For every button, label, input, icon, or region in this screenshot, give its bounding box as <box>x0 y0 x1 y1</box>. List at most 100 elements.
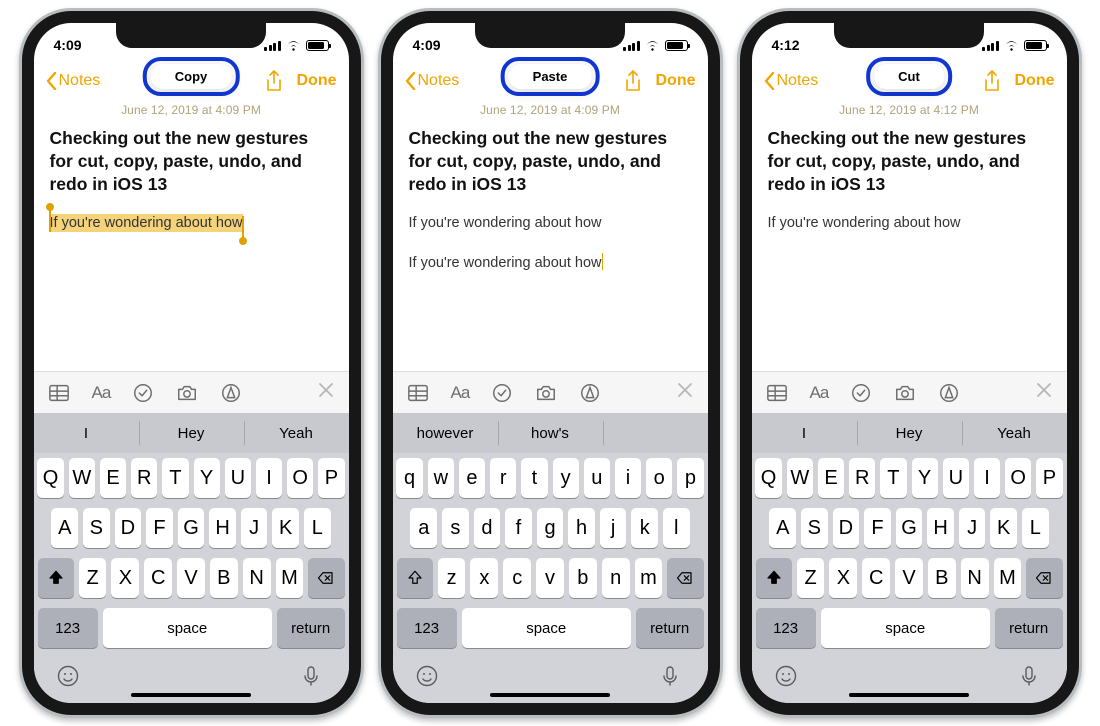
prediction-candidate[interactable]: Hey <box>857 413 962 453</box>
key-z[interactable]: Z <box>797 558 825 598</box>
home-indicator[interactable] <box>849 693 969 698</box>
key-n[interactable]: N <box>243 558 271 598</box>
key-x[interactable]: X <box>111 558 139 598</box>
key-a[interactable]: A <box>769 508 796 548</box>
note-body-text[interactable]: If you're wondering about how <box>768 213 1051 235</box>
table-icon[interactable] <box>766 382 788 404</box>
key-o[interactable]: O <box>287 458 313 498</box>
key-i[interactable]: I <box>256 458 282 498</box>
close-toolbar-icon[interactable] <box>317 381 335 404</box>
camera-icon[interactable] <box>535 382 557 404</box>
back-button[interactable]: Notes <box>405 72 460 90</box>
prediction-candidate[interactable]: how's <box>498 413 603 453</box>
key-o[interactable]: o <box>646 458 672 498</box>
key-e[interactable]: e <box>459 458 485 498</box>
note-body-line[interactable]: If you're wondering about how <box>409 213 692 235</box>
key-return[interactable]: return <box>995 608 1063 648</box>
key-a[interactable]: A <box>51 508 78 548</box>
markup-icon[interactable] <box>938 382 960 404</box>
key-e[interactable]: E <box>818 458 844 498</box>
key-l[interactable]: L <box>1022 508 1049 548</box>
key-v[interactable]: V <box>177 558 205 598</box>
note-title[interactable]: Checking out the new gestures for cut, c… <box>768 127 1051 195</box>
key-j[interactable]: J <box>241 508 268 548</box>
prediction-candidate[interactable]: Yeah <box>244 413 349 453</box>
prediction-candidate[interactable]: I <box>34 413 139 453</box>
checklist-icon[interactable] <box>850 382 872 404</box>
key-g[interactable]: G <box>178 508 205 548</box>
key-g[interactable]: g <box>537 508 564 548</box>
key-s[interactable]: S <box>801 508 828 548</box>
key-h[interactable]: H <box>927 508 954 548</box>
share-icon[interactable] <box>983 70 1001 92</box>
key-b[interactable]: B <box>210 558 238 598</box>
key-p[interactable]: P <box>1036 458 1062 498</box>
key-shift[interactable] <box>397 558 433 598</box>
note-body-text[interactable]: If you're wondering about how If you're w… <box>409 213 692 275</box>
close-toolbar-icon[interactable] <box>676 381 694 404</box>
key-space[interactable]: space <box>821 608 990 648</box>
key-r[interactable]: r <box>490 458 516 498</box>
key-f[interactable]: F <box>864 508 891 548</box>
key-y[interactable]: y <box>553 458 579 498</box>
key-r[interactable]: R <box>849 458 875 498</box>
key-delete[interactable] <box>667 558 703 598</box>
emoji-icon[interactable] <box>774 664 798 688</box>
share-icon[interactable] <box>624 70 642 92</box>
back-button[interactable]: Notes <box>46 72 101 90</box>
key-m[interactable]: M <box>276 558 304 598</box>
key-w[interactable]: W <box>787 458 813 498</box>
key-j[interactable]: j <box>600 508 627 548</box>
note-content[interactable]: June 12, 2019 at 4:12 PM Checking out th… <box>752 101 1067 371</box>
key-shift[interactable] <box>38 558 74 598</box>
prediction-candidate[interactable]: I <box>752 413 857 453</box>
key-k[interactable]: K <box>990 508 1017 548</box>
key-u[interactable]: U <box>225 458 251 498</box>
back-button[interactable]: Notes <box>764 72 819 90</box>
markup-icon[interactable] <box>220 382 242 404</box>
key-c[interactable]: c <box>503 558 531 598</box>
key-w[interactable]: w <box>428 458 454 498</box>
key-h[interactable]: H <box>209 508 236 548</box>
key-t[interactable]: T <box>880 458 906 498</box>
text-format-icon[interactable]: Aa <box>810 383 829 403</box>
key-z[interactable]: Z <box>79 558 107 598</box>
key-a[interactable]: a <box>410 508 437 548</box>
key-q[interactable]: Q <box>755 458 781 498</box>
note-content[interactable]: June 12, 2019 at 4:09 PM Checking out th… <box>34 101 349 371</box>
key-y[interactable]: Y <box>194 458 220 498</box>
camera-icon[interactable] <box>894 382 916 404</box>
key-i[interactable]: i <box>615 458 641 498</box>
key-123[interactable]: 123 <box>38 608 98 648</box>
key-p[interactable]: P <box>318 458 344 498</box>
key-z[interactable]: z <box>438 558 466 598</box>
key-123[interactable]: 123 <box>397 608 457 648</box>
key-c[interactable]: C <box>862 558 890 598</box>
selected-text[interactable]: If you're wondering about how <box>50 214 243 232</box>
key-f[interactable]: F <box>146 508 173 548</box>
key-l[interactable]: l <box>663 508 690 548</box>
key-j[interactable]: J <box>959 508 986 548</box>
key-v[interactable]: v <box>536 558 564 598</box>
key-h[interactable]: h <box>568 508 595 548</box>
key-x[interactable]: X <box>829 558 857 598</box>
note-body-line[interactable]: If you're wondering about how <box>50 213 333 235</box>
key-t[interactable]: t <box>521 458 547 498</box>
home-indicator[interactable] <box>131 693 251 698</box>
emoji-icon[interactable] <box>56 664 80 688</box>
dictation-icon[interactable] <box>1017 664 1041 688</box>
key-e[interactable]: E <box>100 458 126 498</box>
note-body-line[interactable]: If you're wondering about how <box>409 253 692 275</box>
dictation-icon[interactable] <box>299 664 323 688</box>
key-u[interactable]: U <box>943 458 969 498</box>
note-body-line[interactable] <box>409 235 692 253</box>
key-x[interactable]: x <box>470 558 498 598</box>
key-m[interactable]: m <box>635 558 663 598</box>
key-y[interactable]: Y <box>912 458 938 498</box>
note-title[interactable]: Checking out the new gestures for cut, c… <box>409 127 692 195</box>
key-d[interactable]: D <box>833 508 860 548</box>
prediction-candidate[interactable]: Hey <box>139 413 244 453</box>
note-title[interactable]: Checking out the new gestures for cut, c… <box>50 127 333 195</box>
share-icon[interactable] <box>265 70 283 92</box>
key-i[interactable]: I <box>974 458 1000 498</box>
